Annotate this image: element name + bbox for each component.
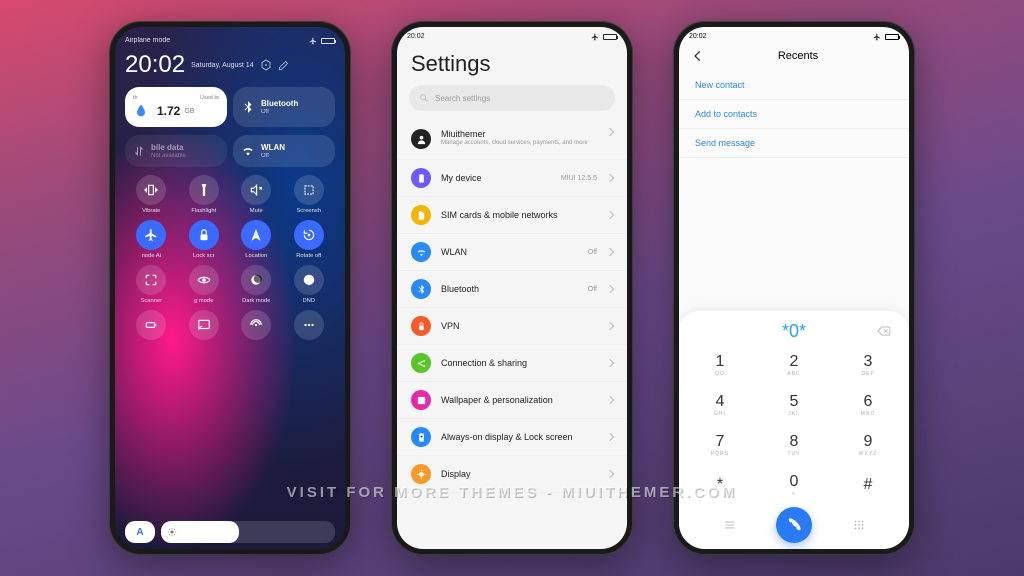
key-1[interactable]: 1QO xyxy=(683,345,757,385)
quick-tile-vibrate[interactable]: Vibrate xyxy=(125,175,178,214)
quick-tile-lock[interactable]: Lock scr xyxy=(178,220,231,259)
page-title: Recents xyxy=(699,50,897,62)
settings-row[interactable]: BluetoothOff xyxy=(397,271,627,308)
key-8[interactable]: 8TUV xyxy=(757,425,831,465)
settings-row[interactable]: My deviceMIUI 12.5.5 xyxy=(397,160,627,197)
key-2[interactable]: 2ABC xyxy=(757,345,831,385)
phone-dialer: 20:02 Recents New contactAdd to contacts… xyxy=(673,21,915,555)
search-input[interactable]: Search settings xyxy=(409,85,615,111)
auto-brightness-button[interactable]: A xyxy=(125,521,155,543)
key-*[interactable]: * xyxy=(683,465,757,505)
key-4[interactable]: 4GHI xyxy=(683,385,757,425)
sun-icon xyxy=(167,527,177,537)
quick-tile-rotate[interactable]: Rotate off xyxy=(283,220,336,259)
key-0[interactable]: 0+ xyxy=(757,465,831,505)
quick-tile-mute[interactable]: Mute xyxy=(230,175,283,214)
key-#[interactable]: # xyxy=(831,465,905,505)
quick-tile-hotspot[interactable] xyxy=(230,310,283,343)
drop-icon xyxy=(133,103,149,119)
phone-icon xyxy=(786,517,802,533)
settings-row[interactable]: Connection & sharing xyxy=(397,345,627,382)
quick-tile-screenshot[interactable]: Screensh xyxy=(283,175,336,214)
key-9[interactable]: 9WXYZ xyxy=(831,425,905,465)
page-title: Settings xyxy=(397,41,627,85)
key-3[interactable]: 3DEF xyxy=(831,345,905,385)
brightness-slider[interactable] xyxy=(161,521,335,543)
wlan-tile[interactable]: WLANOff xyxy=(233,135,335,167)
key-5[interactable]: 5JKL xyxy=(757,385,831,425)
airplane-icon xyxy=(591,33,599,41)
quick-tile-cast[interactable] xyxy=(178,310,231,343)
settings-row[interactable]: Always-on display & Lock screen xyxy=(397,419,627,456)
quick-tile-eye[interactable]: g mode xyxy=(178,265,231,304)
airplane-icon xyxy=(309,37,317,45)
dial-entry: *0* xyxy=(782,321,806,342)
wifi-icon xyxy=(241,144,255,158)
mobile-data-tile[interactable]: bile dataNot available xyxy=(125,135,227,167)
key-7[interactable]: 7PQRS xyxy=(683,425,757,465)
quick-tile-dnd[interactable]: DND xyxy=(283,265,336,304)
quick-tile-location[interactable]: Location xyxy=(230,220,283,259)
edit-icon[interactable] xyxy=(278,59,290,71)
airplane-icon xyxy=(873,33,881,41)
account-row[interactable]: MiuithemerManage accounts, cloud service… xyxy=(397,119,627,160)
status-time: 20:02 xyxy=(689,33,707,41)
user-icon xyxy=(416,134,427,145)
bluetooth-tile[interactable]: BluetoothOff xyxy=(233,87,335,127)
settings-row[interactable]: VPN xyxy=(397,308,627,345)
settings-row[interactable]: Wallpaper & personalization xyxy=(397,382,627,419)
quick-tile-darkmode[interactable]: Dark mode xyxy=(230,265,283,304)
call-button[interactable] xyxy=(776,507,812,543)
quick-grid: VibrateFlashlightMuteScreensh node AiLock… xyxy=(125,175,335,343)
quick-tile-battery[interactable] xyxy=(125,310,178,343)
status-left: Airplane mode xyxy=(125,37,170,45)
menu-button[interactable] xyxy=(683,518,776,532)
dialer-option[interactable]: Add to contacts xyxy=(679,100,909,129)
clock: 20:02 xyxy=(125,51,185,79)
date: Saturday, August 14 xyxy=(191,62,254,69)
dialpad-toggle[interactable] xyxy=(812,518,905,532)
quick-tile-flashlight[interactable]: Flashlight xyxy=(178,175,231,214)
quick-tile-more[interactable] xyxy=(283,310,336,343)
settings-row[interactable]: SIM cards & mobile networks xyxy=(397,197,627,234)
dialer-option[interactable]: New contact xyxy=(679,71,909,100)
chevron-right-icon xyxy=(606,128,614,136)
bluetooth-icon xyxy=(241,100,255,114)
status-time: 20:02 xyxy=(407,33,425,41)
settings-row[interactable]: Display xyxy=(397,456,627,493)
data-icon xyxy=(133,145,145,157)
backspace-icon[interactable] xyxy=(877,324,891,338)
phone-settings: 20:02 Settings Search settings Miuitheme… xyxy=(391,21,633,555)
quick-tile-airplane[interactable]: node Ai xyxy=(125,220,178,259)
dialer-option[interactable]: Send message xyxy=(679,129,909,158)
dialpad: *0* 1QO2ABC3DEF 4GHI5JKL6MNO 7PQRS8TUV9WXY… xyxy=(679,311,909,549)
status-right xyxy=(309,37,335,45)
phone-quick-settings: Airplane mode 20:02 Saturday, August 14 … xyxy=(109,21,351,555)
quick-tile-scanner[interactable]: Scanner xyxy=(125,265,178,304)
settings-row[interactable]: WLANOff xyxy=(397,234,627,271)
data-usage-tile[interactable]: thUsed to 1.72 GB xyxy=(125,87,227,127)
search-icon xyxy=(419,93,429,103)
settings-icon[interactable] xyxy=(260,59,272,71)
key-6[interactable]: 6MNO xyxy=(831,385,905,425)
